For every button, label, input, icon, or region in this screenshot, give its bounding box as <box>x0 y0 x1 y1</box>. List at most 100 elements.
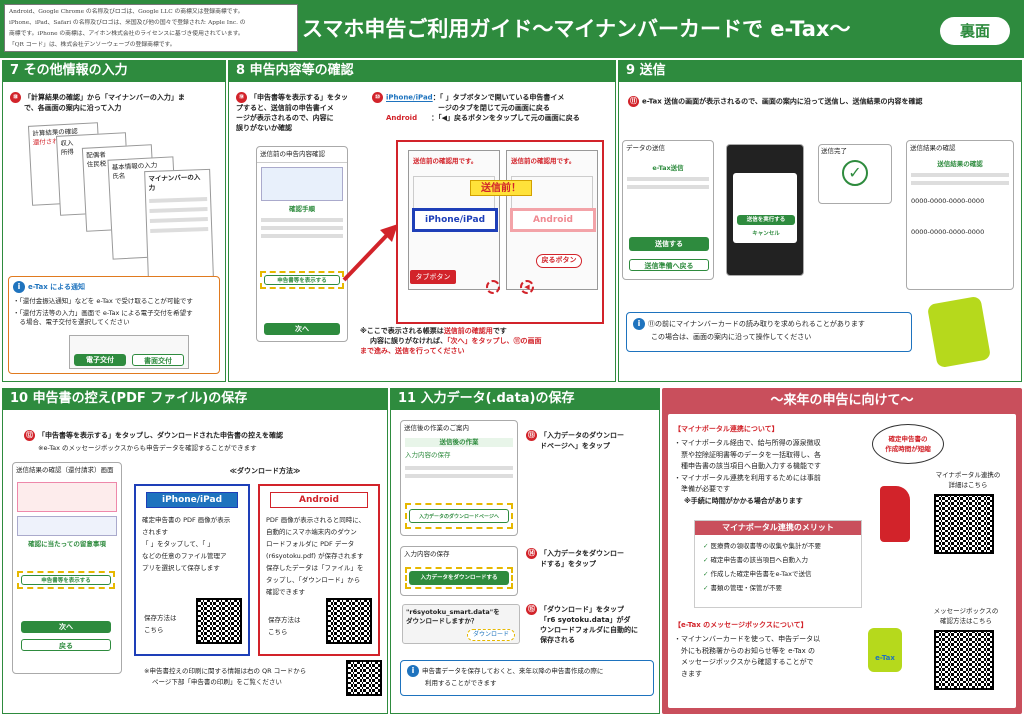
android-body-2: 自動的にスマホ端末内のダウン <box>266 528 357 536</box>
merit-check-2-icon: ✓ <box>703 556 711 564</box>
screen-label-mynumber: マイナンバーの入力 <box>148 173 201 193</box>
preview-banner: 送信前！ <box>470 180 532 196</box>
step-14-line-1: 「入力データをダウンロー <box>540 549 624 558</box>
android-back-icon[interactable]: ◀ <box>520 280 534 294</box>
android-save-label-2: こちら <box>268 628 288 636</box>
next-year-title: ～来年の申告に向けて～ <box>770 393 914 408</box>
step-8-text-2: で、各画面の案内に沿って入力 <box>24 104 122 112</box>
send-screen-4: 送信結果の確認 送信結果の確認 0000-0000-0000-0000 0000… <box>906 140 1014 290</box>
bubble-line-1: 確定申告書の <box>888 435 928 443</box>
etax-notice-title: e-Tax による通知 <box>28 283 85 291</box>
android-body-3: ロードフォルダに PDF データ <box>266 540 355 548</box>
save-info-line-1: 申告書データを保存しておくと、来年以降の申告書作成の際に <box>422 667 604 675</box>
show-doc-button[interactable]: 申告書等を表示する <box>21 575 111 585</box>
mynaportal-body-1: ・マイナポータル経由で、給与所得の源泉徴収 <box>674 439 821 447</box>
mynaportal-body-4: ・マイナポータル連携を利用するためには事前 <box>674 473 821 482</box>
step-9-line-4: 誤りがないか確認 <box>236 124 292 132</box>
etax-notice-line-1: ・「還付金振込通知」などを e-Tax で受け取ることが可能です <box>13 297 193 305</box>
ios-body-1: 確定申告書の PDF 画像が表示 <box>142 516 231 524</box>
paper-delivery-button[interactable]: 書面交付 <box>132 354 184 366</box>
step-12-marker: ⑫ <box>24 430 35 441</box>
step-10-android-label: Android <box>386 114 418 122</box>
print-info-qr-code[interactable] <box>346 660 382 696</box>
confirm-next-button[interactable]: 次へ <box>264 323 340 335</box>
step-15-marker: ⑮ <box>526 604 537 615</box>
send-button[interactable]: 送信する <box>629 237 709 251</box>
qr2-label-2: 確認方法はこちら <box>940 617 992 625</box>
section-9-title: 9 送信 <box>618 60 1022 82</box>
download-page-button[interactable]: 入力データのダウンロードページへ <box>409 509 509 523</box>
download-confirm-button[interactable]: ダウンロード <box>467 629 515 641</box>
mynaportal-qr-label: マイナポータル連携の 詳細はこちら <box>926 470 1010 490</box>
ios-save-qr-code[interactable] <box>196 598 242 644</box>
send-info-icon: i <box>633 318 645 330</box>
step-14-marker: ⑭ <box>526 548 537 559</box>
step-15-line-2: 「r6 syotoku.data」がダ <box>540 616 631 624</box>
step-12-text: ⑫ 「申告書等を表示する」をタップし、ダウンロードされた申告書の控えを確認 <box>24 430 384 441</box>
save-info-icon: i <box>407 665 419 677</box>
step-14-line-2: ドする」をタップ <box>540 560 596 568</box>
preview-ios-label: iPhone/iPad <box>412 208 498 232</box>
messagebox-qr-code[interactable] <box>934 630 994 690</box>
mynaportal-qr-code[interactable] <box>934 494 994 554</box>
confirm-phone-section: 確認手順 <box>289 205 315 213</box>
post-send-phone: 送信後の作業のご案内 送信後の作業 入力内容の保存 入力データのダウンロードペー… <box>400 420 518 536</box>
send-screen-2: 送信を実行する キャンセル <box>726 144 804 276</box>
messagebox-body-1: ・マイナンバーカードを使って、申告データ以 <box>674 635 821 643</box>
confirm-phone-screen: 送信前の申告内容確認 確認手順 申告書等を表示する 次へ <box>256 146 348 342</box>
electronic-delivery-button[interactable]: 電子交付 <box>74 354 126 366</box>
save-input-phone: 入力内容の保存 入力データをダウンロードする <box>400 546 518 596</box>
ios-method-box: iPhone/iPad 確定申告書の PDF 画像が表示 されます 「 」をタッ… <box>134 484 250 656</box>
messagebox-body: ・マイナンバーカードを使って、申告データ以 外にも税務署からのお知らせ等を e-… <box>674 634 864 680</box>
section-8-title: 8 申告内容等の確認 <box>228 60 616 82</box>
mynaportal-body-3: 種申告書の該当項目へ自動入力する機能です <box>674 462 821 470</box>
execute-send-button[interactable]: 送信を実行する <box>737 215 795 225</box>
time-saving-bubble: 確定申告書の 作成時間が短縮 <box>872 424 944 464</box>
post-send-title: 送信後の作業のご案内 <box>404 424 469 432</box>
etax-mascot-icon: e-Tax <box>868 628 902 672</box>
preview-android-stamp: 送信前の確認用です。 <box>511 157 576 165</box>
back-to-prep-button[interactable]: 送信準備へ戻る <box>629 259 709 271</box>
section-7-step-text: ⑧ 「計算結果の確認」から「マイナンバーの入力」ま で、各画面の案内に沿って入力 <box>10 92 222 113</box>
merit-4: 書類の管理・保管が不要 <box>710 584 783 592</box>
receipt-number-1: 0000-0000-0000-0000 <box>911 197 985 205</box>
download-method-title: ≪ダウンロード方法≫ <box>229 467 301 475</box>
step-15-line-4: 保存される <box>540 636 575 644</box>
step-9-marker: ⑨ <box>236 92 247 103</box>
screen-mynumber: マイナンバーの入力 <box>144 168 214 280</box>
send-info-box: i ⑪の前にマイナンバーカードの読み取りを求められることがあります この場合は、画… <box>626 312 912 352</box>
ios-save-label-2: こちら <box>144 626 164 634</box>
download-data-button[interactable]: 入力データをダウンロードする <box>409 571 509 585</box>
mynaportal-body-5: 準備が必要です <box>674 485 730 493</box>
save-info-line-2: 利用することができます <box>425 679 497 687</box>
step-10-marker: ⑩ <box>372 92 383 103</box>
show-return-button[interactable]: 申告書等を表示する <box>264 275 340 285</box>
step-14-text: ⑭ 「入力データをダウンロー ドする」をタップ <box>526 548 656 569</box>
android-method-box: Android PDF 画像が表示されると同時に、 自動的にスマホ端末内のダウン… <box>258 484 380 656</box>
merit-check-1-icon: ✓ <box>703 542 711 550</box>
cancel-send-button[interactable]: キャンセル <box>737 229 795 239</box>
tab-button-callout: タブボタン <box>410 270 456 284</box>
result-next-button[interactable]: 次へ <box>21 621 111 633</box>
send-info-line-1: ⑪の前にマイナンバーカードの読み取りを求められることがあります <box>648 320 865 328</box>
mynaportal-note: ※手続に時間がかかる場合があります <box>684 496 803 505</box>
step-10-ios-text-2: ージのタブを閉じて元の画面に戻る <box>438 104 550 112</box>
note-line-1: ※ここで表示される帳票は <box>360 327 444 335</box>
ios-body-2: されます <box>142 528 168 536</box>
send-screen-1-title: データの送信 <box>626 144 665 152</box>
tab-button-icon[interactable] <box>486 280 500 294</box>
android-save-label-1: 保存方法は <box>268 616 301 624</box>
preview-android-label: Android <box>510 208 596 232</box>
receipt-number-2: 0000-0000-0000-0000 <box>911 228 985 236</box>
notice-line-3: 商標です。iPhone の商標は、アイホン株式会社のライセンスに基づき使用されて… <box>9 31 244 37</box>
merit-box: マイナポータル連携のメリット ✓ 医療費の領収書等の収集や集計が不要 ✓ 確定申… <box>694 520 862 608</box>
note-line-1-red: 送信前の確認用 <box>443 327 493 335</box>
android-body-5: 保存したデータは「ファイル」を <box>266 564 364 572</box>
print-note-line-1: ※申告書控えの印刷に関する情報は右の QR コードから <box>144 667 307 675</box>
ios-method-title: iPhone/iPad <box>146 492 238 508</box>
step-10-text: ⑩ iPhone/iPad：「 」タブボタンで開いている申告書イメ ージのタブを閉… <box>372 92 612 123</box>
android-save-qr-code[interactable] <box>326 598 372 644</box>
step-9-text: ⑨ 「申告書等を表示する」をタッ プすると、送信前の申告書イメ ージが表示されるの… <box>236 92 376 133</box>
post-send-sub: 入力内容の保存 <box>405 451 451 459</box>
result-back-button[interactable]: 戻る <box>21 639 111 651</box>
